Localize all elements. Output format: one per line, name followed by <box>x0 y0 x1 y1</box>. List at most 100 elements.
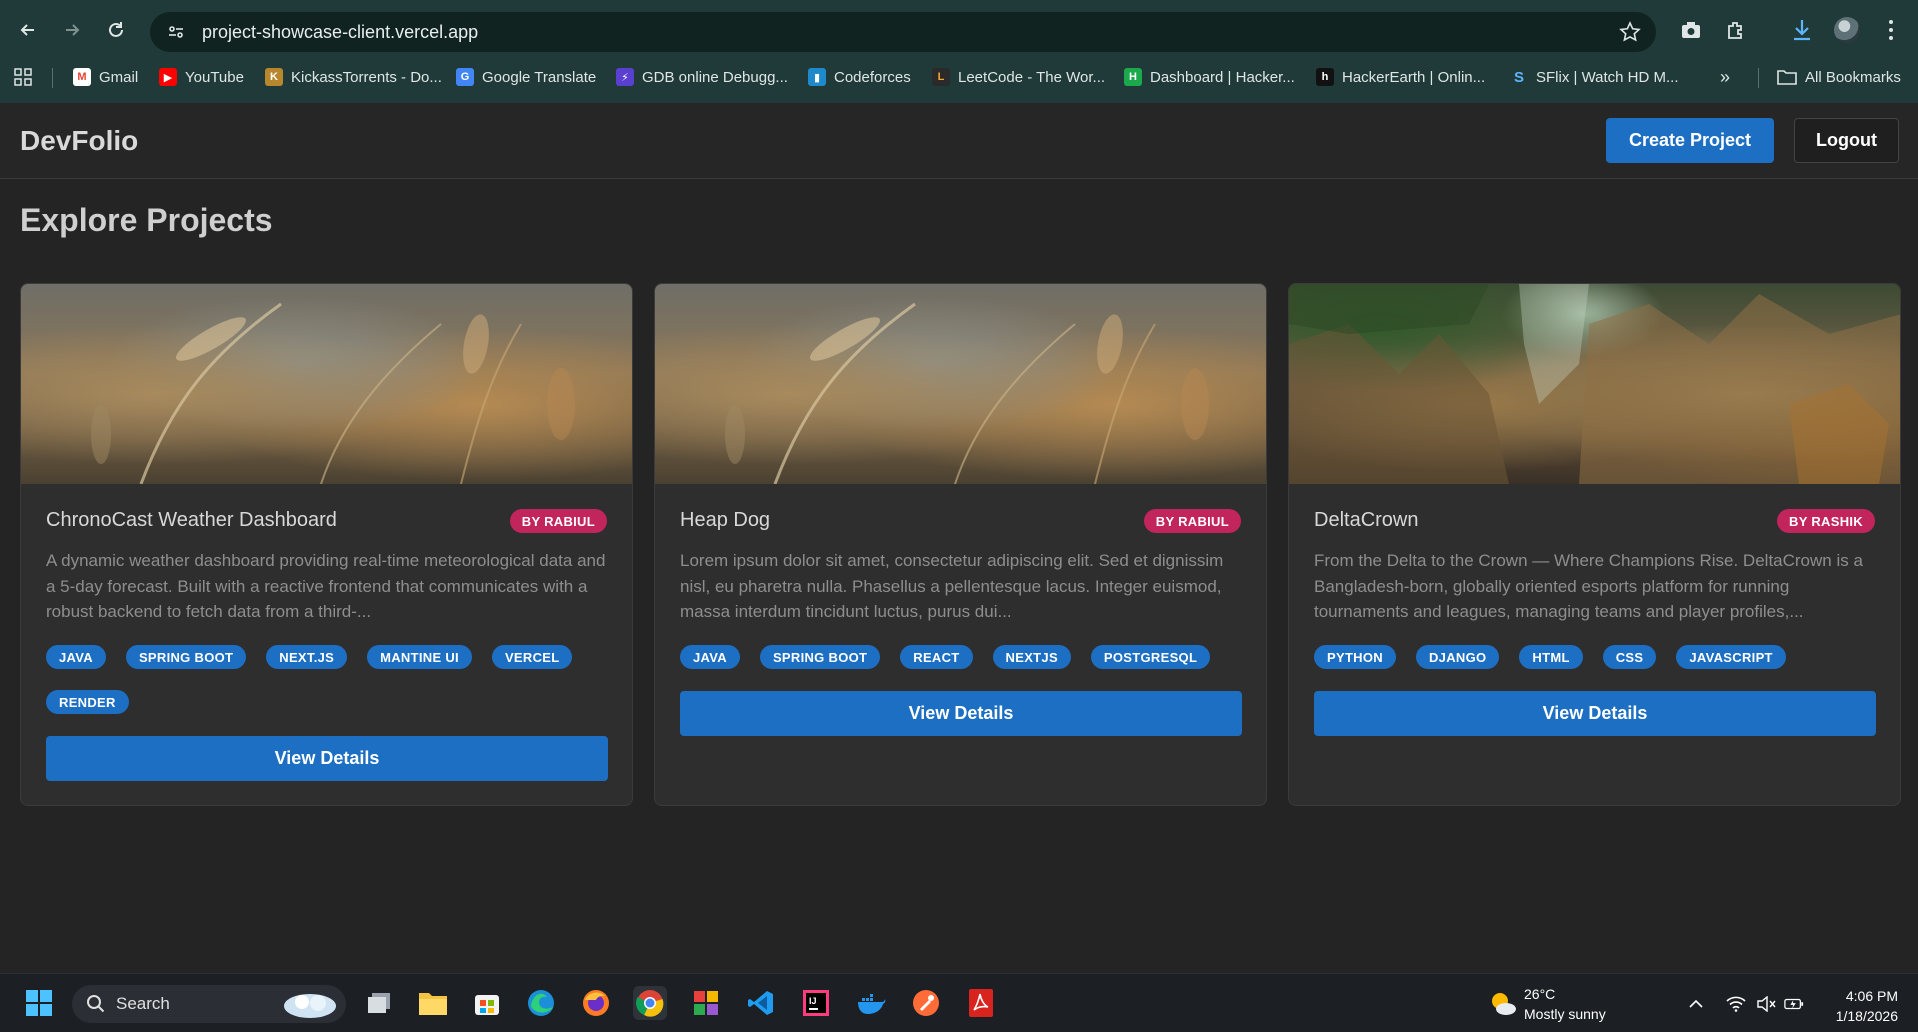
tech-tag: VERCEL <box>491 645 573 669</box>
view-details-button[interactable]: View Details <box>680 691 1242 736</box>
create-project-button[interactable]: Create Project <box>1606 118 1774 163</box>
sflix-icon: S <box>1513 68 1524 86</box>
bookmark-gmail[interactable]: M Gmail <box>73 66 138 88</box>
bookmark-label: Dashboard | Hacker... <box>1150 68 1295 86</box>
project-title[interactable]: DeltaCrown <box>1314 509 1418 532</box>
back-button[interactable] <box>12 14 44 46</box>
more-bookmarks-icon: » <box>1720 66 1731 87</box>
project-thumbnail <box>1289 284 1900 484</box>
all-bookmarks-button[interactable]: All Bookmarks <box>1777 66 1901 88</box>
search-label: Search <box>116 994 170 1013</box>
tech-tag: MANTINE UI <box>367 645 472 669</box>
vscode-icon[interactable] <box>744 986 778 1020</box>
tech-tags: JAVA SPRING BOOT REACT NEXTJS POSTGRESQL <box>680 645 1245 669</box>
app-header: DevFolio Create Project Logout <box>0 103 1918 179</box>
view-details-button[interactable]: View Details <box>46 736 608 781</box>
firefox-icon[interactable] <box>579 986 613 1020</box>
taskbar-search[interactable]: Search <box>72 985 346 1023</box>
acrobat-icon[interactable] <box>964 986 998 1020</box>
hackerrank-icon: H <box>1124 68 1142 86</box>
battery-charging-icon[interactable] <box>1784 994 1804 1014</box>
chrome-icon[interactable] <box>633 986 667 1020</box>
page-title: Explore Projects <box>20 202 273 238</box>
clock-time: 4:06 PM <box>1845 988 1898 1004</box>
arrow-left-icon <box>20 24 34 36</box>
arrow-right-icon <box>66 24 80 36</box>
view-details-button[interactable]: View Details <box>1314 691 1876 736</box>
youtube-icon: ▶ <box>159 68 177 86</box>
tech-tag: POSTGRESQL <box>1090 645 1211 669</box>
bookmark-hackerearth[interactable]: h HackerEarth | Onlin... <box>1316 66 1485 88</box>
reload-icon <box>109 22 123 37</box>
file-explorer-icon[interactable] <box>416 986 450 1020</box>
wheat-image <box>725 302 1209 485</box>
project-card: ChronoCast Weather Dashboard BY RABIUL A… <box>20 283 633 806</box>
bookmark-star-icon[interactable] <box>1618 20 1642 44</box>
project-title[interactable]: Heap Dog <box>680 509 770 532</box>
tech-tag: JAVA <box>46 645 106 669</box>
more-bookmarks-button[interactable]: » <box>1720 66 1730 88</box>
weather-widget[interactable]: 26°C Mostly sunny <box>1486 984 1616 1024</box>
microsoft-store-icon[interactable] <box>470 986 504 1020</box>
system-clock[interactable]: 4:06 PM 1/18/2026 <box>1836 986 1898 1026</box>
tech-tag: PYTHON <box>1314 645 1396 669</box>
bookmark-leetcode[interactable]: L LeetCode - The Wor... <box>932 66 1105 88</box>
extensions-icon[interactable] <box>1722 16 1750 44</box>
gmail-icon: M <box>73 68 91 86</box>
weather-condition: Mostly sunny <box>1524 1006 1606 1022</box>
svg-text:IJ: IJ <box>809 996 817 1006</box>
postman-icon[interactable] <box>909 986 943 1020</box>
search-highlight-icon <box>284 994 336 1018</box>
kickass-icon: K <box>265 68 283 86</box>
author-badge: BY RABIUL <box>509 509 607 533</box>
author-badge: BY RASHIK <box>1777 509 1875 533</box>
intellij-icon[interactable]: IJ <box>799 986 833 1020</box>
author-badge: BY RABIUL <box>1143 509 1241 533</box>
bookmark-kickass[interactable]: K KickassTorrents - Do... <box>265 66 442 88</box>
rock-cliff-image <box>1289 284 1900 484</box>
reload-button[interactable] <box>100 14 132 46</box>
task-view-icon[interactable] <box>362 986 396 1020</box>
project-description: A dynamic weather dashboard providing re… <box>46 551 606 621</box>
bookmark-codeforces[interactable]: ▮ Codeforces <box>808 66 911 88</box>
gdb-icon: ⚡ <box>616 68 634 86</box>
chevron-up-icon[interactable] <box>1686 994 1706 1014</box>
profile-avatar[interactable] <box>1834 17 1860 43</box>
url-text[interactable]: project-showcase-client.vercel.app <box>202 22 478 43</box>
tech-tag: JAVASCRIPT <box>1676 645 1786 669</box>
docker-icon[interactable] <box>854 986 888 1020</box>
search-icon <box>87 995 105 1013</box>
app-grid-color-icon[interactable] <box>689 986 723 1020</box>
codeforces-icon: ▮ <box>808 68 826 86</box>
bookmark-sflix[interactable]: S SFlix | Watch HD M... <box>1510 66 1679 88</box>
volume-muted-icon[interactable] <box>1756 994 1776 1014</box>
bookmark-separator <box>52 68 53 88</box>
more-menu-icon[interactable] <box>1888 18 1894 42</box>
bookmark-hackerrank[interactable]: H Dashboard | Hacker... <box>1124 66 1295 88</box>
project-description: From the Delta to the Crown — Where Cham… <box>1314 551 1863 621</box>
folder-icon <box>1777 70 1797 85</box>
bookmark-youtube[interactable]: ▶ YouTube <box>159 66 244 88</box>
download-icon[interactable] <box>1788 16 1816 44</box>
bookmark-gdb[interactable]: ⚡ GDB online Debugg... <box>616 66 788 88</box>
partly-sunny-icon <box>1492 993 1516 1015</box>
edge-icon[interactable] <box>524 986 558 1020</box>
tech-tag: REACT <box>900 645 973 669</box>
address-row: project-showcase-client.vercel.app <box>0 0 1918 60</box>
tech-tag: SPRING BOOT <box>125 645 247 669</box>
logout-button[interactable]: Logout <box>1794 118 1899 163</box>
address-bar[interactable]: project-showcase-client.vercel.app <box>150 12 1656 52</box>
tech-tags: JAVA SPRING BOOT NEXT.JS MANTINE UI VERC… <box>46 645 611 714</box>
tech-tag: SPRING BOOT <box>759 645 881 669</box>
apps-grid-icon[interactable] <box>14 66 32 88</box>
bookmark-google-translate[interactable]: G Google Translate <box>456 66 596 88</box>
wifi-icon[interactable] <box>1726 994 1746 1014</box>
tech-tags: PYTHON DJANGO HTML CSS JAVASCRIPT <box>1314 645 1879 669</box>
forward-button[interactable] <box>56 14 88 46</box>
windows-start-icon[interactable] <box>22 986 56 1020</box>
brand-logo[interactable]: DevFolio <box>20 125 138 157</box>
google-translate-icon: G <box>456 68 474 86</box>
site-settings-icon[interactable] <box>156 12 196 52</box>
project-title[interactable]: ChronoCast Weather Dashboard <box>46 509 337 532</box>
camera-icon[interactable] <box>1677 16 1705 44</box>
